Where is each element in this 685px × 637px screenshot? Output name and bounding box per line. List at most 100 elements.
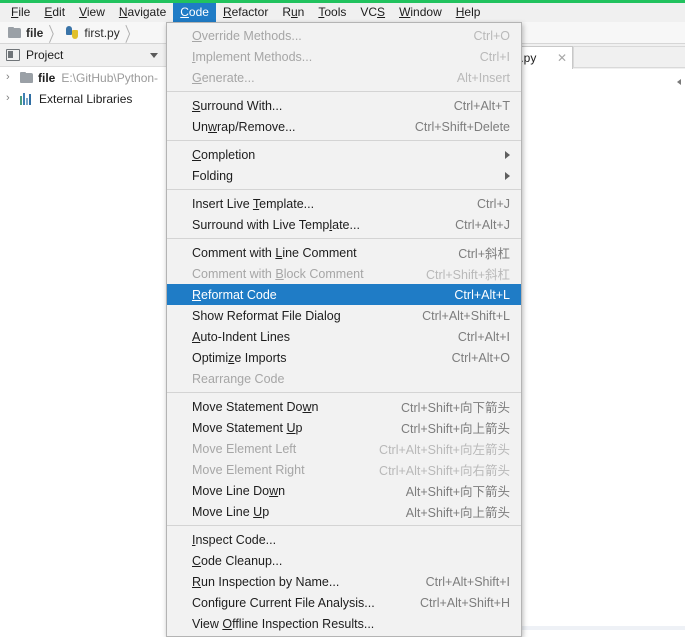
menu-item-implement-methods: Implement Methods... Ctrl+I <box>167 46 521 67</box>
menu-item-label: Implement Methods... <box>192 49 313 64</box>
tree-row[interactable]: › External Libraries <box>0 88 167 109</box>
menubar-item-file[interactable]: File <box>4 3 37 22</box>
menu-item-label: Comment with Block Comment <box>192 266 364 281</box>
menu-item-label: Comment with Line Comment <box>192 245 357 260</box>
menu-item-shortcut: Ctrl+I <box>479 49 510 64</box>
menu-item-surround-with-live-template[interactable]: Surround with Live Template... Ctrl+Alt+J <box>167 214 521 235</box>
menu-item-reformat-code[interactable]: Reformat Code Ctrl+Alt+L <box>167 284 521 305</box>
menu-item-move-line-down[interactable]: Move Line Down Alt+Shift+向下箭头 <box>167 480 521 501</box>
menu-item-shortcut: Ctrl+Alt+J <box>455 217 510 232</box>
menu-item-label: Rearrange Code <box>192 371 285 386</box>
breadcrumb-separator-icon: 〉 <box>124 22 138 46</box>
project-panel-title: Project <box>26 48 64 62</box>
menu-item-generate: Generate... Alt+Insert <box>167 67 521 88</box>
menubar-item-code[interactable]: Code <box>173 3 216 22</box>
menu-item-shortcut: Ctrl+斜杠 <box>458 247 510 261</box>
menu-item-label: Auto-Indent Lines <box>192 329 290 344</box>
menu-item-shortcut: Alt+Shift+向下箭头 <box>405 485 510 499</box>
project-tree: › file E:\GitHub\Python- › External Librarie… <box>0 67 167 109</box>
menu-item-label: Move Line Down <box>192 483 286 498</box>
menu-item-comment-with-line-comment[interactable]: Comment with Line Comment Ctrl+斜杠 <box>167 242 521 263</box>
menubar-item-help[interactable]: Help <box>449 3 488 22</box>
chevron-right-icon <box>505 171 510 180</box>
menubar-item-navigate[interactable]: Navigate <box>112 3 173 22</box>
tree-row[interactable]: › file E:\GitHub\Python- <box>0 67 167 88</box>
menu-separator <box>167 140 521 141</box>
menu-item-shortcut: Alt+Shift+向上箭头 <box>405 506 510 520</box>
menubar-item-window[interactable]: Window <box>392 3 449 22</box>
menu-item-label: Unwrap/Remove... <box>192 119 296 134</box>
menu-item-override-methods: Override Methods... Ctrl+O <box>167 25 521 46</box>
menu-item-label: Surround with Live Template... <box>192 217 360 232</box>
menu-separator <box>167 525 521 526</box>
menu-item-shortcut: Alt+Insert <box>456 70 510 85</box>
code-menu-popup: Override Methods... Ctrl+O Implement Metho… <box>166 22 522 637</box>
menu-item-show-reformat-file-dialog[interactable]: Show Reformat File Dialog Ctrl+Alt+Shift+… <box>167 305 521 326</box>
folder-icon <box>8 27 21 38</box>
menubar-item-vcs[interactable]: VCS <box>353 3 392 22</box>
menu-item-completion[interactable]: Completion <box>167 144 521 165</box>
menu-item-move-line-up[interactable]: Move Line Up Alt+Shift+向上箭头 <box>167 501 521 522</box>
menu-item-move-statement-down[interactable]: Move Statement Down Ctrl+Shift+向下箭头 <box>167 396 521 417</box>
menu-item-shortcut: Ctrl+Alt+Shift+H <box>420 595 510 610</box>
folder-icon <box>20 72 33 83</box>
menu-item-label: Move Statement Down <box>192 399 319 414</box>
menu-item-label: Override Methods... <box>192 28 302 43</box>
project-tool-window: Project › file E:\GitHub\Python- › External … <box>0 44 168 630</box>
menubar-item-run[interactable]: Run <box>275 3 311 22</box>
menu-item-folding[interactable]: Folding <box>167 165 521 186</box>
menu-item-label: Folding <box>192 168 233 183</box>
breadcrumb-item-first-py[interactable]: first.py <box>66 26 120 40</box>
menu-item-surround-with[interactable]: Surround With... Ctrl+Alt+T <box>167 95 521 116</box>
menu-item-shortcut: Ctrl+Alt+Shift+I <box>425 574 510 589</box>
menu-item-label: Insert Live Template... <box>192 196 315 211</box>
menubar-item-refactor[interactable]: Refactor <box>216 3 275 22</box>
menu-item-shortcut: Ctrl+Alt+T <box>453 98 510 113</box>
menu-item-shortcut: Ctrl+Shift+Delete <box>414 119 510 134</box>
close-icon[interactable]: ✕ <box>557 52 567 64</box>
menu-item-label: Code Cleanup... <box>192 553 283 568</box>
menu-item-label: Move Element Right <box>192 462 305 477</box>
menu-item-label: Optimize Imports <box>192 350 287 365</box>
menu-item-label: Inspect Code... <box>192 532 277 547</box>
chevron-right-icon <box>505 150 510 159</box>
menubar-item-view[interactable]: View <box>72 3 112 22</box>
menu-item-move-statement-up[interactable]: Move Statement Up Ctrl+Shift+向上箭头 <box>167 417 521 438</box>
menu-item-shortcut: Ctrl+Alt+Shift+向右箭头 <box>379 464 510 478</box>
breadcrumb-separator-icon: 〉 <box>48 22 62 46</box>
menu-item-shortcut: Ctrl+Shift+斜杠 <box>425 268 510 282</box>
chevron-right-icon[interactable]: › <box>6 72 17 83</box>
menu-item-rearrange-code: Rearrange Code <box>167 368 521 389</box>
chevron-down-icon[interactable] <box>150 52 158 58</box>
menu-bar: File Edit View Navigate Code Refactor Run Tools… <box>0 3 685 22</box>
tree-node-name: file <box>38 70 56 85</box>
menu-item-shortcut: Ctrl+Alt+O <box>451 350 510 365</box>
breadcrumb-item-file[interactable]: file <box>8 26 43 40</box>
menu-item-shortcut: Ctrl+Shift+向上箭头 <box>400 422 510 436</box>
menu-item-inspect-code[interactable]: Inspect Code... <box>167 529 521 550</box>
breadcrumb-label: file <box>26 25 44 40</box>
menu-item-unwrap-remove[interactable]: Unwrap/Remove... Ctrl+Shift+Delete <box>167 116 521 137</box>
menubar-item-tools[interactable]: Tools <box>311 3 353 22</box>
menu-item-shortcut: Ctrl+Alt+Shift+向左箭头 <box>379 443 510 457</box>
menu-item-label: Run Inspection by Name... <box>192 574 340 589</box>
menu-item-run-inspection-by-name[interactable]: Run Inspection by Name... Ctrl+Alt+Shift+… <box>167 571 521 592</box>
tree-node-path: E:\GitHub\Python- <box>61 70 159 85</box>
menu-item-view-offline-inspection-results[interactable]: View Offline Inspection Results... <box>167 613 521 634</box>
menu-item-comment-with-block-comment: Comment with Block Comment Ctrl+Shift+斜杠 <box>167 263 521 284</box>
menu-item-move-element-right: Move Element Right Ctrl+Alt+Shift+向右箭头 <box>167 459 521 480</box>
menu-item-configure-current-file-analysis[interactable]: Configure Current File Analysis... Ctrl+A… <box>167 592 521 613</box>
menu-item-label: Move Line Up <box>192 504 270 519</box>
menu-item-code-cleanup[interactable]: Code Cleanup... <box>167 550 521 571</box>
chevron-right-icon[interactable]: › <box>6 93 17 104</box>
editor-tab-label: t.py <box>517 51 537 65</box>
menu-item-insert-live-template[interactable]: Insert Live Template... Ctrl+J <box>167 193 521 214</box>
menu-item-optimize-imports[interactable]: Optimize Imports Ctrl+Alt+O <box>167 347 521 368</box>
project-panel-header[interactable]: Project <box>0 44 167 67</box>
menu-separator <box>167 392 521 393</box>
menu-item-label: View Offline Inspection Results... <box>192 616 375 631</box>
external-libraries-icon <box>20 92 33 105</box>
menu-item-auto-indent-lines[interactable]: Auto-Indent Lines Ctrl+Alt+I <box>167 326 521 347</box>
menu-separator <box>167 238 521 239</box>
menu-item-label: Move Element Left <box>192 441 297 456</box>
